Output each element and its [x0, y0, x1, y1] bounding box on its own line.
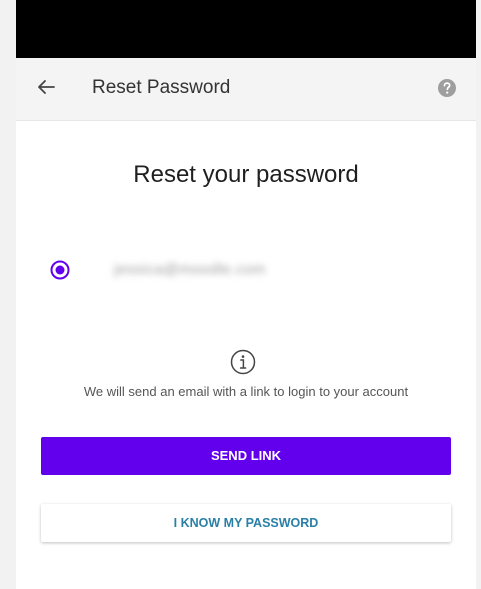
- help-icon[interactable]: [437, 78, 457, 98]
- page-heading: Reset your password: [133, 161, 359, 188]
- app-bar-title: Reset Password: [92, 77, 231, 98]
- account-email: jessica@moodle.com: [114, 261, 266, 278]
- account-radio-option[interactable]: jessica@moodle.com: [40, 250, 440, 290]
- radio-selected-icon[interactable]: [50, 260, 70, 280]
- send-link-button[interactable]: SEND LINK: [41, 437, 451, 475]
- i-know-my-password-button[interactable]: I KNOW MY PASSWORD: [41, 504, 451, 542]
- app-bar: Reset Password: [16, 58, 476, 121]
- back-arrow-icon[interactable]: [34, 75, 58, 99]
- info-message: We will send an email with a link to log…: [83, 384, 409, 399]
- reset-password-screen: Reset Password Reset your password jessi…: [16, 0, 476, 589]
- status-bar: [16, 0, 476, 58]
- info-icon: [230, 349, 256, 375]
